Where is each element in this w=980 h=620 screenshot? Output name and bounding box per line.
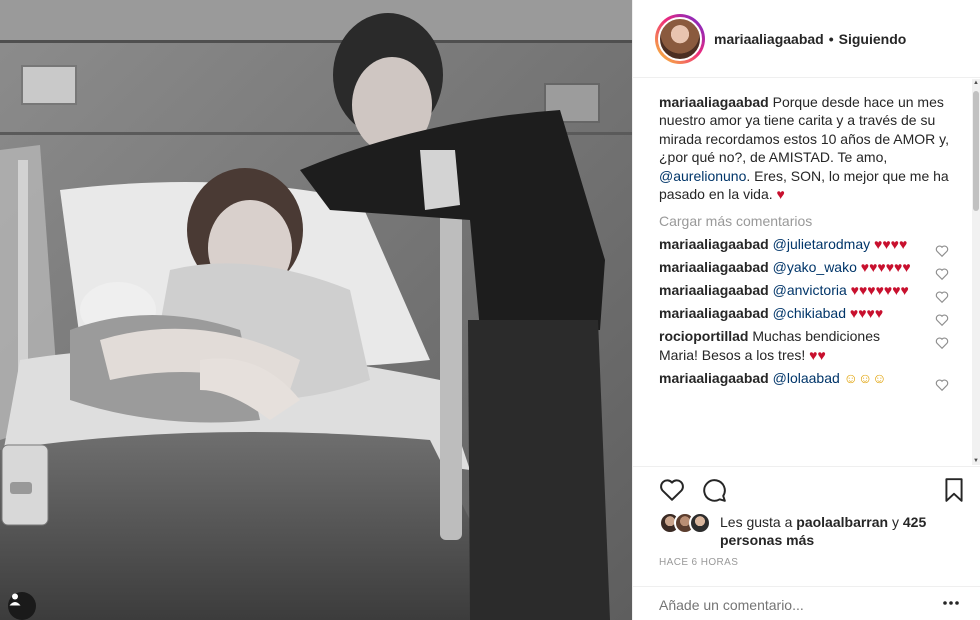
header-separator: •: [828, 30, 834, 47]
comment-username[interactable]: mariaaliagaabad: [659, 305, 769, 321]
comment-emoji: ☺☺☺: [843, 370, 887, 387]
comment-item: mariaaliagaabad @yako_wako ♥♥♥♥♥♥: [659, 258, 949, 281]
likes-summary: Les gusta a paolaalbarran y 425 personas…: [659, 510, 959, 550]
post-photo[interactable]: [0, 0, 632, 620]
avatar[interactable]: [689, 512, 711, 534]
comment-emoji: ♥♥♥♥: [874, 236, 908, 253]
comment-username[interactable]: mariaaliagaabad: [659, 370, 769, 386]
comment-username[interactable]: mariaaliagaabad: [659, 259, 769, 275]
person-icon: [9, 593, 21, 606]
comment-like-heart-icon[interactable]: [935, 290, 949, 304]
post-caption: mariaaliagaabad Porque desde hace un mes…: [659, 93, 949, 203]
likes-text: Les gusta a paolaalbarran y 425 personas…: [720, 513, 950, 549]
comments-section[interactable]: mariaaliagaabad Porque desde hace un mes…: [633, 79, 975, 465]
comment-item: rocioportillad Muchas bendiciones Maria!…: [659, 327, 949, 365]
comment-like-heart-icon[interactable]: [935, 336, 949, 350]
caption-heart-emoji: ♥: [776, 186, 785, 203]
profile-avatar-ring[interactable]: [655, 13, 705, 64]
post-timestamp[interactable]: HACE 6 HORAS: [659, 557, 738, 568]
photo-image: [0, 0, 632, 620]
avatar[interactable]: [658, 16, 702, 61]
speech-bubble-icon[interactable]: [701, 477, 727, 503]
ellipsis-icon[interactable]: [943, 601, 959, 605]
comment-emoji: ♥♥♥♥♥♥♥: [850, 282, 909, 299]
post-side-panel: mariaaliagaabad • Siguiendo mariaaliagaa…: [632, 0, 980, 620]
load-more-comments-button[interactable]: Cargar más comentarios: [659, 213, 949, 229]
comment-item: mariaaliagaabad @anvictoria ♥♥♥♥♥♥♥: [659, 281, 949, 304]
liker-username[interactable]: paolaalbarran: [796, 514, 888, 530]
comment-mention[interactable]: @yako_wako: [773, 259, 857, 275]
post-header: mariaaliagaabad • Siguiendo: [633, 0, 980, 78]
comment-username[interactable]: mariaaliagaabad: [659, 282, 769, 298]
post-actions-bar: [633, 466, 980, 510]
comment-mention[interactable]: @chikiabad: [773, 305, 846, 321]
comment-item: mariaaliagaabad @lolaabad ☺☺☺: [659, 369, 949, 392]
comment-like-heart-icon[interactable]: [935, 267, 949, 281]
comments-scrollbar[interactable]: ▲ ▼: [972, 79, 980, 465]
comment-like-heart-icon[interactable]: [935, 313, 949, 327]
scroll-down-arrow-icon[interactable]: ▼: [972, 457, 980, 465]
comment-mention[interactable]: @julietarodmay: [773, 236, 870, 252]
scroll-up-arrow-icon[interactable]: ▲: [972, 79, 980, 87]
comment-emoji: ♥♥♥♥: [849, 305, 884, 322]
comment-username[interactable]: mariaaliagaabad: [659, 236, 769, 252]
likes-suffix: y: [888, 514, 903, 530]
caption-mention[interactable]: @aurelionuno: [659, 168, 746, 184]
user-tag-button[interactable]: [8, 592, 36, 620]
comment-username[interactable]: rocioportillad: [659, 328, 748, 344]
add-comment-bar: [633, 586, 980, 620]
comment-mention[interactable]: @anvictoria: [773, 282, 847, 298]
heart-outline-icon[interactable]: [659, 477, 685, 503]
caption-username[interactable]: mariaaliagaabad: [659, 94, 769, 110]
bookmark-icon[interactable]: [941, 477, 967, 503]
scrollbar-thumb[interactable]: [973, 91, 979, 211]
comment-emoji: ♥♥♥♥♥♥: [860, 259, 911, 276]
add-comment-input[interactable]: [659, 597, 919, 613]
liker-avatars[interactable]: [659, 512, 711, 534]
comment-like-heart-icon[interactable]: [935, 244, 949, 258]
comment-like-heart-icon[interactable]: [935, 378, 949, 392]
comment-emoji: ♥♥: [809, 347, 826, 364]
comment-item: mariaaliagaabad @chikiabad ♥♥♥♥: [659, 304, 949, 327]
likes-prefix: Les gusta a: [720, 514, 797, 530]
comment-mention[interactable]: @lolaabad: [773, 370, 840, 386]
post-author-username[interactable]: mariaaliagaabad: [714, 31, 824, 47]
comment-item: mariaaliagaabad @julietarodmay ♥♥♥♥: [659, 235, 949, 258]
follow-status-button[interactable]: Siguiendo: [839, 31, 907, 47]
